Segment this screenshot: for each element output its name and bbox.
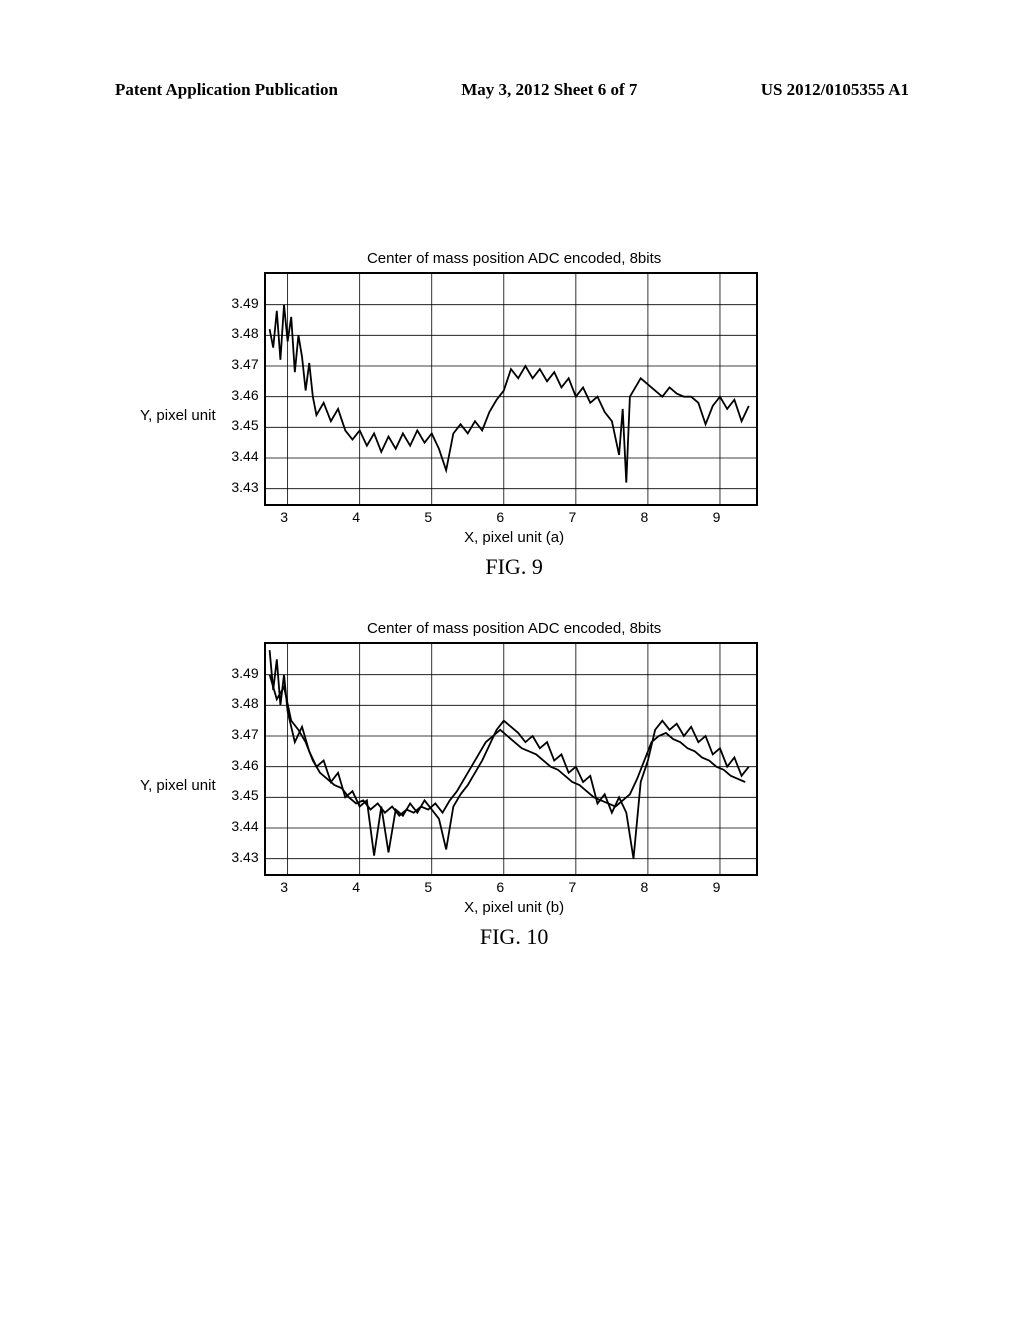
fig10-plot — [264, 642, 758, 876]
fig10-title: Center of mass position ADC encoded, 8bi… — [271, 620, 758, 637]
figure-10: Y, pixel unit Center of mass position AD… — [140, 620, 758, 950]
fig10-yticks: 3.493.483.473.463.453.443.43 — [221, 642, 259, 872]
header-right: US 2012/0105355 A1 — [761, 80, 909, 100]
fig9-ylabel: Y, pixel unit — [140, 407, 216, 424]
fig9-title: Center of mass position ADC encoded, 8bi… — [271, 250, 758, 267]
fig9-plot — [264, 272, 758, 506]
header-left: Patent Application Publication — [115, 80, 338, 100]
fig10-ylabel: Y, pixel unit — [140, 777, 216, 794]
figure-9: Y, pixel unit Center of mass position AD… — [140, 250, 758, 580]
fig10-caption: FIG. 10 — [271, 924, 758, 950]
fig10-xticks: 3456789 — [264, 879, 754, 897]
fig9-caption: FIG. 9 — [271, 554, 758, 580]
fig9-xlabel: X, pixel unit (a) — [271, 529, 758, 546]
header-center: May 3, 2012 Sheet 6 of 7 — [461, 80, 637, 100]
fig9-xticks: 3456789 — [264, 509, 754, 527]
page-header: Patent Application Publication May 3, 20… — [0, 80, 1024, 100]
fig10-xlabel: X, pixel unit (b) — [271, 899, 758, 916]
fig9-yticks: 3.493.483.473.463.453.443.43 — [221, 272, 259, 502]
